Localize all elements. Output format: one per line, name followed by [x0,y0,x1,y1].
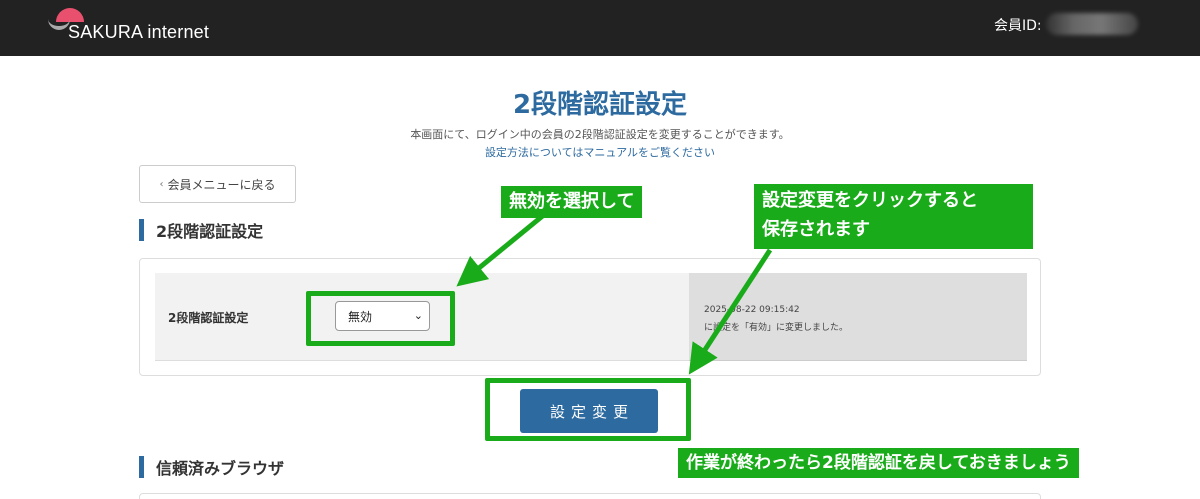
top-header: SAKURA internet 会員ID: [0,0,1200,56]
trusted-browsers-card [139,493,1041,499]
section-heading-trusted-browsers-text: 信頼済みブラウザ [156,459,285,478]
chevron-left-icon: ‹ [159,178,164,190]
log-message: に設定を「有効」に変更しました。 [704,323,849,333]
section-heading-2fa: 2段階認証設定 [139,219,263,241]
section-heading-2fa-text: 2段階認証設定 [156,222,264,241]
log-timestamp: 2025-08-22 09:15:42 [704,305,800,315]
page-description: 本画面にて、ログイン中の会員の2段階認証設定を変更することができます。 [410,128,790,141]
logo-swoosh-icon [48,18,70,30]
callout-restore-reminder: 作業が終わったら2段階認証を戻しておきましょう [678,448,1079,478]
sakura-logo[interactable]: SAKURA internet [46,8,246,48]
2fa-settings-card: 2段階認証設定 無効 ⌄ 2025-08-22 09:15:42 に設定を「有効… [139,258,1041,376]
highlight-box-button [485,378,691,441]
callout-select-disabled: 無効を選択して [501,186,643,218]
brand-name: SAKURA internet [68,22,210,42]
member-id-label: 会員ID: [994,18,1042,34]
callout-click-save-line1: 設定変更をクリックすると [762,190,978,211]
settings-row-label: 2段階認証設定 [168,311,249,325]
member-id-value-blurred [1046,13,1138,35]
manual-link[interactable]: 設定方法についてはマニュアルをご覧ください [0,144,1200,160]
back-button-label: 会員メニューに戻る [167,177,276,192]
settings-log-cell [689,273,1027,361]
section-heading-trusted-browsers: 信頼済みブラウザ [139,456,284,478]
page-title: 2段階認証設定 [512,90,688,120]
highlight-box-select [306,291,455,346]
callout-click-save-line2: 保存されます [762,219,870,240]
back-to-member-menu-button[interactable]: ‹ 会員メニューに戻る [139,165,296,203]
callout-click-save: 設定変更をクリックすると 保存されます [754,184,1033,249]
